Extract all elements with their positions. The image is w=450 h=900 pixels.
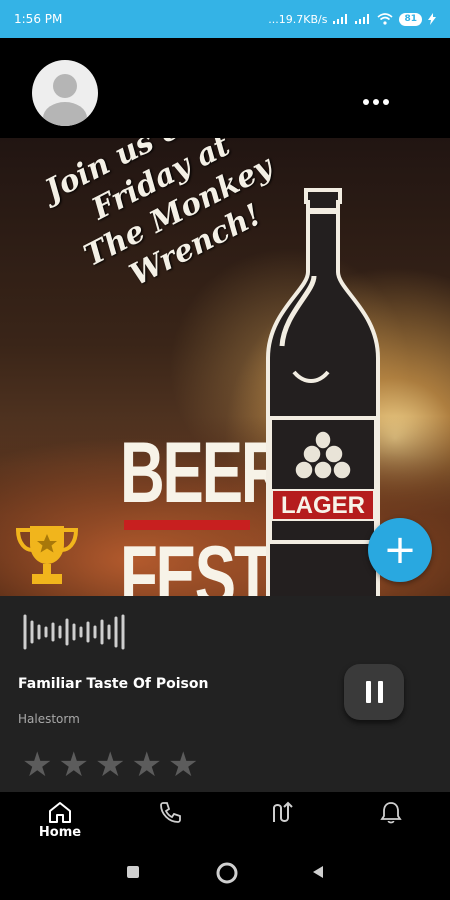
star-icon[interactable]: ★ bbox=[95, 748, 125, 782]
track-artist: Halestorm bbox=[18, 712, 80, 726]
wifi-icon bbox=[377, 13, 393, 25]
star-icon[interactable]: ★ bbox=[58, 748, 88, 782]
more-dot bbox=[373, 99, 379, 105]
signal-icon bbox=[333, 14, 348, 24]
battery-indicator: 81 bbox=[399, 12, 422, 26]
avatar[interactable] bbox=[32, 60, 98, 126]
avatar-placeholder-icon bbox=[43, 74, 87, 126]
now-playing-panel: Familiar Taste Of Poison Halestorm ★ ★ ★… bbox=[0, 596, 450, 792]
star-icon[interactable]: ★ bbox=[131, 748, 161, 782]
pause-icon-bar bbox=[377, 681, 383, 703]
recents-square-icon[interactable] bbox=[125, 864, 141, 880]
back-triangle-icon[interactable] bbox=[310, 864, 326, 880]
network-speed: ...19.7KB/s bbox=[268, 12, 328, 26]
pause-icon bbox=[365, 681, 371, 703]
beer-bottle-icon: LAGER bbox=[266, 188, 380, 596]
signal-icon-2 bbox=[355, 14, 370, 24]
nav-item-route[interactable] bbox=[252, 800, 312, 844]
star-icon[interactable]: ★ bbox=[22, 748, 52, 782]
nav-item-notifications[interactable] bbox=[361, 800, 421, 844]
nav-item-home[interactable]: Home bbox=[30, 800, 90, 844]
plus-icon: + bbox=[383, 527, 417, 573]
system-navigation-bar bbox=[0, 848, 450, 900]
more-dot bbox=[383, 99, 389, 105]
status-indicators: ...19.7KB/s 81 bbox=[268, 12, 436, 26]
nav-item-call[interactable] bbox=[140, 800, 200, 844]
home-icon bbox=[49, 802, 71, 823]
home-circle-icon[interactable] bbox=[216, 862, 238, 884]
rating-stars: ★ ★ ★ ★ ★ bbox=[22, 748, 198, 782]
more-options-button[interactable] bbox=[358, 90, 394, 114]
more-dots-icon bbox=[363, 99, 369, 105]
track-title: Familiar Taste Of Poison bbox=[18, 676, 209, 692]
bottom-navigation: Home bbox=[0, 792, 450, 848]
poster-fest-word: FEST bbox=[120, 529, 272, 596]
nav-label-home: Home bbox=[38, 825, 82, 840]
bottle-label-text: LAGER bbox=[281, 492, 365, 519]
pause-button[interactable] bbox=[344, 664, 404, 720]
charging-icon bbox=[428, 13, 436, 25]
phone-icon bbox=[160, 802, 181, 823]
status-time: 1:56 PM bbox=[14, 12, 63, 26]
trophy-icon bbox=[15, 526, 79, 584]
status-bar: 1:56 PM ...19.7KB/s 81 bbox=[0, 0, 450, 38]
star-icon[interactable]: ★ bbox=[168, 748, 198, 782]
route-icon bbox=[273, 801, 293, 822]
waveform-icon bbox=[23, 614, 125, 650]
poster-beer-word: BEER bbox=[120, 425, 286, 521]
bell-icon bbox=[380, 802, 402, 824]
add-button[interactable]: + bbox=[368, 518, 432, 582]
top-header bbox=[0, 38, 450, 138]
